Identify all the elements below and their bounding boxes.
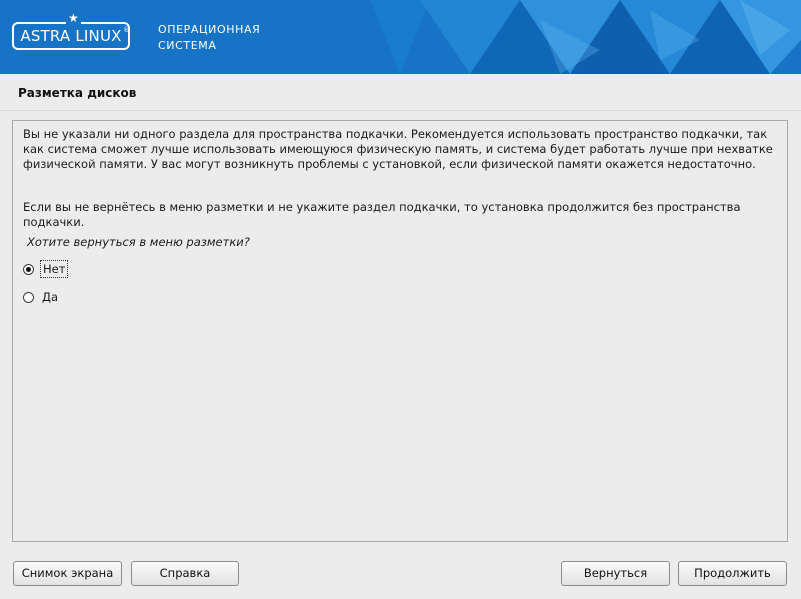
- help-button[interactable]: Справка: [131, 561, 239, 586]
- header-banner: ASTRA LINUX ★ ® ОПЕРАЦИОННАЯ СИСТЕМА: [0, 0, 801, 74]
- radio-option-no[interactable]: Нет: [23, 260, 69, 278]
- title-divider: [0, 110, 801, 111]
- question-text: Хотите вернуться в меню разметки?: [27, 235, 250, 249]
- radio-label-no[interactable]: Нет: [40, 260, 69, 278]
- radio-button-no[interactable]: [23, 263, 34, 275]
- astra-linux-logo: ASTRA LINUX: [12, 22, 130, 50]
- continue-button[interactable]: Продолжить: [678, 561, 787, 586]
- page-title: Разметка дисков: [18, 86, 137, 100]
- content-panel: Вы не указали ни одного раздела для прос…: [12, 120, 788, 542]
- radio-label-yes[interactable]: Да: [40, 289, 60, 305]
- swap-continue-paragraph: Если вы не вернётесь в меню разметки и н…: [23, 200, 741, 229]
- radio-option-yes[interactable]: Да: [23, 288, 60, 306]
- back-button[interactable]: Вернуться: [561, 561, 670, 586]
- registered-mark-icon: ®: [123, 26, 130, 34]
- logo-star-icon: ★: [66, 11, 81, 25]
- brand-line-2: СИСТЕМА: [158, 39, 217, 52]
- screenshot-button[interactable]: Снимок экрана: [13, 561, 122, 586]
- radio-button-yes[interactable]: [23, 291, 34, 303]
- brand-line-1: ОПЕРАЦИОННАЯ: [158, 23, 261, 36]
- swap-warning-paragraph: Вы не указали ни одного раздела для прос…: [23, 127, 773, 171]
